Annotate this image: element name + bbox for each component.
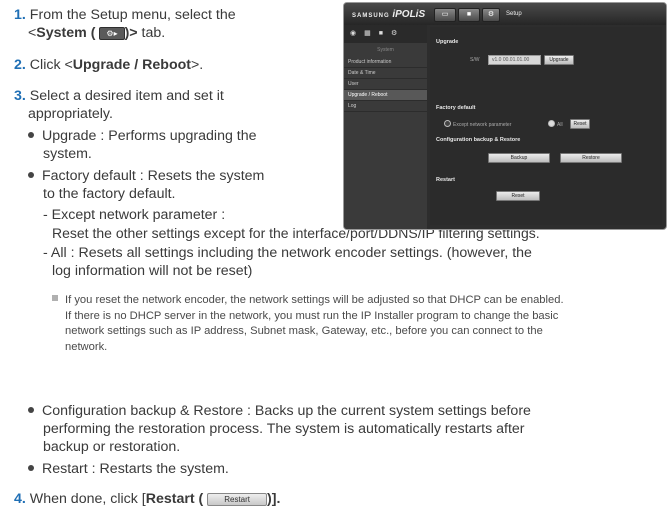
backup-button[interactable]: Backup — [488, 153, 550, 163]
restart-button[interactable]: Reset — [496, 191, 540, 201]
bullet-text: Restart : Restarts the system. — [42, 461, 229, 477]
monitor-icon[interactable]: ▭ — [434, 8, 456, 22]
network-icon[interactable]: ▦ — [364, 30, 379, 37]
step-text: tab. — [141, 25, 166, 41]
bullet-text: backup or restoration. — [43, 439, 181, 455]
setup-title: Setup — [506, 11, 522, 17]
bullet-dot — [28, 407, 34, 413]
config-backup-heading: Configuration backup & Restore — [436, 137, 521, 143]
step-text: >. — [191, 57, 204, 73]
step-text-bold: System ( — [36, 25, 96, 41]
step-number: 4. — [14, 491, 26, 507]
sw-label: S/W — [470, 57, 480, 63]
radio-icon — [444, 120, 451, 127]
sidebar-icons: ◉▦■⚙ — [344, 25, 427, 43]
step-number: 1. — [14, 7, 26, 23]
upgrade-heading: Upgrade — [436, 39, 459, 45]
sidebar: ◉▦■⚙ System Product information Date & T… — [344, 25, 427, 229]
step-text: Click < — [29, 57, 73, 73]
option-label: All — [557, 122, 563, 128]
logo: SAMSUNG iPOLiS — [352, 9, 425, 20]
screenshot-header: SAMSUNG iPOLiS ▭ ■ ⚙ Setup — [344, 3, 666, 25]
step-3: 3. Select a desired item and set it — [14, 88, 224, 106]
option-all[interactable]: All — [548, 120, 563, 128]
brand-text: SAMSUNG — [352, 13, 390, 19]
dash-item-all: - All : Resets all settings including th… — [43, 245, 532, 261]
step-text: appropriately. — [28, 106, 113, 122]
note-text: network settings such as IP address, Sub… — [65, 325, 543, 337]
dash-item-except: - Except network parameter : — [43, 207, 226, 223]
note: If you reset the network encoder, the ne… — [52, 293, 564, 355]
factory-reset-button[interactable]: Reset — [570, 119, 590, 129]
factory-default-heading: Factory default — [436, 105, 476, 111]
step-text-bold: Upgrade / Reboot — [72, 57, 191, 73]
video-icon[interactable]: ◉ — [350, 30, 364, 37]
upgrade-button[interactable]: Upgrade — [544, 55, 574, 65]
note-text: network. — [65, 340, 108, 353]
system-icon[interactable]: ⚙ — [391, 30, 405, 37]
bullet-text: Configuration backup & Restore : Backs u… — [42, 403, 531, 419]
event-icon[interactable]: ■ — [379, 30, 391, 37]
logo-text: iPOLiS — [392, 9, 426, 20]
sidebar-item-log[interactable]: Log — [344, 101, 427, 112]
dash-item-all-detail: log information will not be reset) — [52, 263, 253, 279]
step-text: From the Setup menu, select the — [29, 7, 236, 23]
step-text-bold: Restart ( — [145, 491, 204, 507]
sidebar-item-upgrade-reboot[interactable]: Upgrade / Reboot — [344, 90, 427, 101]
step-text-bold: )]. — [267, 491, 281, 507]
option-except-network[interactable]: Except network parameter — [444, 120, 511, 128]
bullet-config-backup: Configuration backup & Restore : Backs u… — [28, 403, 531, 421]
note-text: If you reset the network encoder, the ne… — [65, 294, 564, 306]
note-icon — [52, 295, 58, 301]
radio-icon — [548, 120, 555, 127]
bullet-text: Factory default : Resets the system — [42, 168, 265, 184]
restart-heading: Restart — [436, 177, 455, 183]
step-4: 4. When done, click [Restart ( Restart)]… — [14, 491, 280, 509]
restore-button[interactable]: Restore — [560, 153, 622, 163]
bullet-dot — [28, 465, 34, 471]
step-text: Select a desired item and set it — [29, 88, 224, 104]
main-panel: Upgrade S/W v1.0 00.01.01.00 Upgrade Fac… — [430, 27, 662, 225]
step-2: 2. Click <Upgrade / Reboot>. — [14, 57, 203, 75]
setup-screenshot: SAMSUNG iPOLiS ▭ ■ ⚙ Setup ◉▦■⚙ System P… — [343, 2, 667, 230]
bullet-dot — [28, 172, 34, 178]
system-tab-icon: ⚙▸ — [99, 27, 125, 40]
setup-icon[interactable]: ⚙ — [482, 8, 500, 22]
step-number: 2. — [14, 57, 26, 73]
sidebar-heading: System — [377, 47, 394, 53]
bullet-dot — [28, 132, 34, 138]
sidebar-item-date-time[interactable]: Date & Time — [344, 68, 427, 79]
step-number: 3. — [14, 88, 26, 104]
restart-button-image: Restart — [207, 493, 268, 506]
bullet-factory-default: Factory default : Resets the system — [28, 168, 264, 186]
bullet-restart: Restart : Restarts the system. — [28, 461, 229, 479]
note-text: If there is no DHCP server in the networ… — [65, 309, 559, 322]
bullet-text: performing the restoration process. The … — [43, 421, 525, 437]
bullet-text: to the factory default. — [43, 186, 176, 202]
bullet-text: system. — [43, 146, 92, 162]
step-1-line2: <System ( ⚙▸)> tab. — [28, 25, 165, 43]
step-text-bold: )> — [124, 25, 138, 41]
playback-icon[interactable]: ■ — [458, 8, 480, 22]
sidebar-item-product-information[interactable]: Product information — [344, 57, 427, 68]
sw-version-field[interactable]: v1.0 00.01.01.00 — [488, 55, 541, 65]
step-text: When done, click [ — [29, 491, 146, 507]
sidebar-item-user[interactable]: User — [344, 79, 427, 90]
bullet-text: Upgrade : Performs upgrading the — [42, 128, 257, 144]
bullet-upgrade: Upgrade : Performs upgrading the — [28, 128, 257, 146]
step-1: 1. From the Setup menu, select the — [14, 7, 236, 25]
option-label: Except network parameter — [453, 122, 512, 128]
